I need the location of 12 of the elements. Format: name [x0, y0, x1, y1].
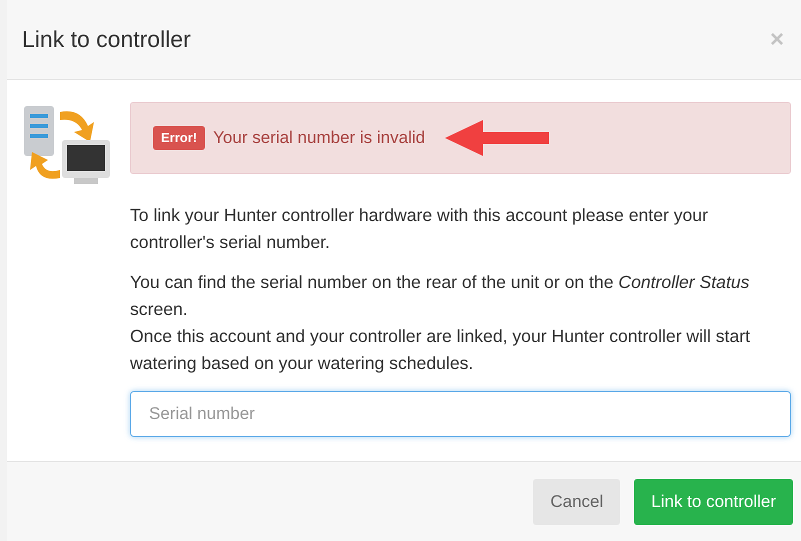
- instruction-text: You can find the serial number on the rear of the unit or on the Controller Status screen.: [130, 271, 750, 321]
- error-badge: Error!: [153, 126, 206, 150]
- dialog-title: Link to controller: [22, 25, 191, 54]
- error-message: Your serial number is invalid: [213, 127, 426, 150]
- server-computer-sync-icon: [22, 106, 112, 186]
- link-button[interactable]: Link to controller: [634, 478, 793, 524]
- instruction-text: Once this account and your controller are linked, your Hunter controller will start watering based on your watering schedules.: [130, 325, 751, 375]
- close-button[interactable]: ×: [770, 28, 786, 52]
- instruction-text: To link your Hunter controller hardware with this account please enter your controller's serial number.: [130, 204, 709, 254]
- cancel-button[interactable]: Cancel: [533, 478, 620, 524]
- serial-number-field[interactable]: Serial number: [130, 391, 791, 437]
- arrow-icon: [445, 118, 550, 158]
